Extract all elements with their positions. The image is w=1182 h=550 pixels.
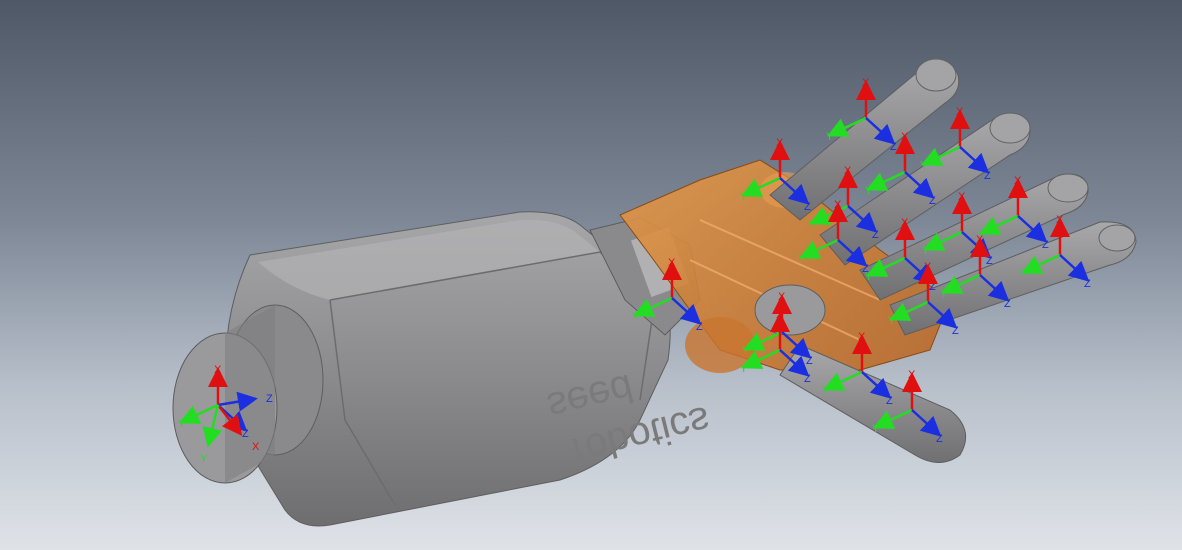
y-axis-label: Y — [178, 418, 186, 430]
y-axis-label: Y — [740, 363, 748, 375]
x-axis-label: X — [668, 257, 676, 269]
y-axis-label: Y — [865, 271, 873, 283]
x-axis-label: X — [776, 137, 784, 149]
y-axis-label: Y — [632, 311, 640, 323]
x-axis-label: X — [956, 106, 964, 118]
x-axis-label: X — [858, 331, 866, 343]
y-axis-label: Y — [822, 385, 830, 397]
y-axis-label: Y — [920, 160, 928, 172]
z-axis-label: Z — [886, 395, 893, 407]
y-axis-label: Y — [1020, 268, 1028, 280]
y-axis-label: Y — [922, 245, 930, 257]
z-axis-label: Z — [929, 281, 936, 293]
z-axis-label: Z — [266, 393, 273, 405]
z-axis-label: Z — [804, 373, 811, 385]
robot-hand-model[interactable]: seed robotics XYZXYZXYZXYZXYZXYZXYZXYZXY… — [0, 0, 1182, 550]
x-axis-label: X — [834, 199, 842, 211]
x-axis-label: X — [901, 217, 909, 229]
x-axis-label: X — [776, 309, 784, 321]
z-axis-label: Z — [929, 195, 936, 207]
x-axis-label: X — [252, 441, 260, 453]
y-axis-label: Y — [940, 288, 948, 300]
z-axis-label: Z — [936, 433, 943, 445]
z-axis-label: Z — [1042, 239, 1049, 251]
x-axis-label: X — [958, 191, 966, 203]
z-axis-label: Z — [806, 355, 813, 367]
z-axis-label: Z — [984, 170, 991, 182]
y-axis-label: Y — [740, 191, 748, 203]
z-axis-label: Z — [804, 201, 811, 213]
y-axis-label: Y — [808, 219, 816, 231]
x-axis-label: X — [901, 131, 909, 143]
y-axis-label: Y — [742, 345, 750, 357]
z-axis-label: Z — [986, 255, 993, 267]
x-axis-label: X — [844, 165, 852, 177]
z-axis-label: Z — [242, 428, 249, 440]
x-axis-label: X — [976, 234, 984, 246]
z-axis-label: Z — [1004, 298, 1011, 310]
z-axis-label: Z — [696, 321, 703, 333]
y-axis-label: Y — [872, 423, 880, 435]
z-axis-label: Z — [890, 141, 897, 153]
y-axis-label: Y — [865, 185, 873, 197]
y-axis-label: Y — [798, 253, 806, 265]
x-axis-label: X — [908, 369, 916, 381]
x-axis-label: X — [1056, 214, 1064, 226]
x-axis-label: X — [1014, 175, 1022, 187]
z-axis-label: Z — [1084, 278, 1091, 290]
z-axis-label: Z — [952, 325, 959, 337]
x-axis-label: X — [214, 364, 222, 376]
3d-viewport[interactable]: seed robotics X Y Z X Y Z X Y Z X Y Z X … — [0, 0, 1182, 550]
z-axis-label: Z — [872, 229, 879, 241]
x-axis-label: X — [778, 291, 786, 303]
x-axis-label: X — [924, 261, 932, 273]
y-axis-label: Y — [200, 453, 208, 465]
y-axis-label: Y — [888, 315, 896, 327]
x-axis-label: X — [862, 77, 870, 89]
y-axis-label: Y — [826, 131, 834, 143]
